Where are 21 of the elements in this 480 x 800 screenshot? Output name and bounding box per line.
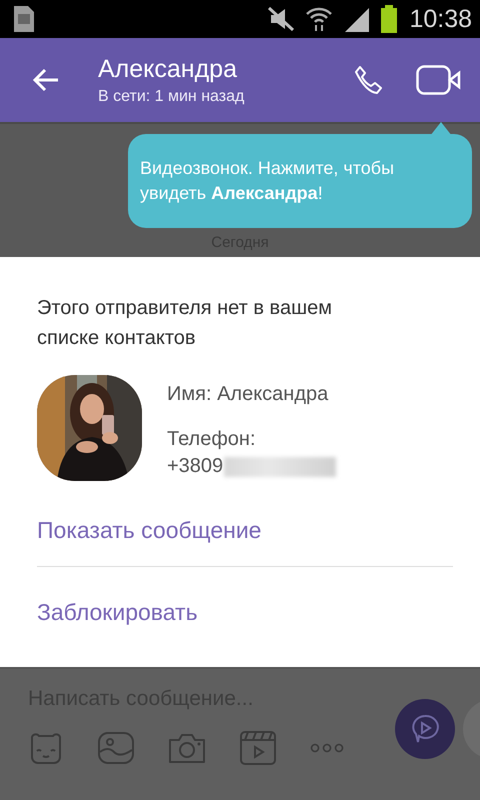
video-message-icon — [410, 714, 440, 744]
block-link[interactable]: Заблокировать — [37, 599, 198, 626]
image-icon[interactable] — [98, 732, 134, 764]
contact-name: Александра — [98, 54, 238, 84]
contact-name-label: Имя: Александра — [167, 382, 330, 407]
show-message-link[interactable]: Показать сообщение — [37, 517, 262, 544]
more-options-icon[interactable] — [310, 743, 344, 753]
battery-icon — [381, 5, 398, 33]
online-status: В сети: 1 мин назад — [98, 88, 246, 106]
sticker-icon[interactable] — [28, 731, 64, 765]
sim-card-icon — [12, 4, 36, 34]
camera-icon[interactable] — [168, 732, 206, 764]
wifi-icon — [305, 6, 334, 32]
mute-icon — [267, 6, 296, 32]
phone-number: +3809 — [167, 454, 224, 479]
unknown-sender-message: Этого отправителя нет в вашем списке контактов — [37, 296, 333, 351]
tooltip-pointer — [430, 122, 452, 136]
signal-icon — [343, 6, 372, 32]
phone-label: Телефон: — [167, 427, 256, 452]
video-clip-icon[interactable] — [240, 731, 276, 765]
status-time: 10:38 — [409, 4, 472, 34]
